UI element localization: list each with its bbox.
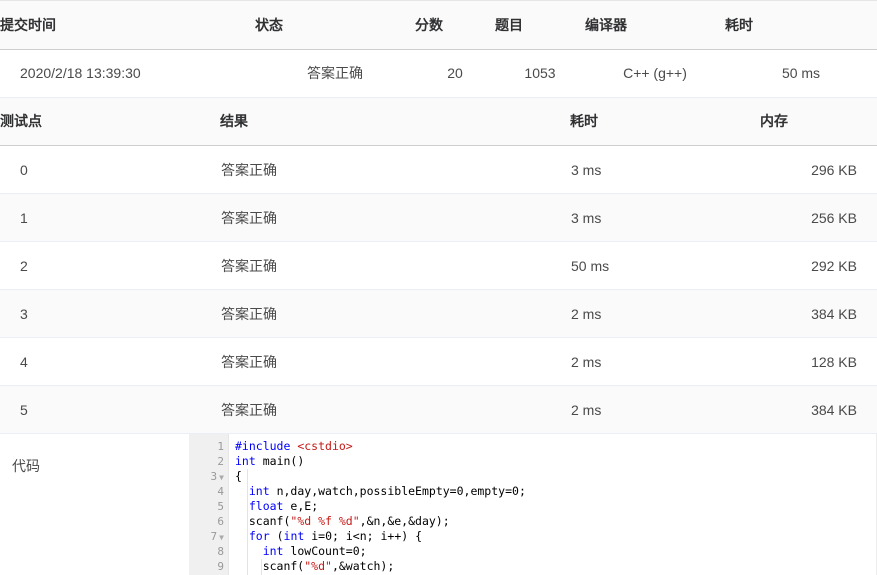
table-row: 2 答案正确 50 ms 292 KB [0,241,877,290]
cell-time: 2 ms [570,289,760,338]
submission-detail-page: 提交时间 状态 分数 题目 编译器 耗时 2020/2/18 13:39:30 … [0,0,877,575]
line-number-text: 6 [217,515,224,528]
code-line: scanf("%d",&watch); [235,559,395,573]
line-number-text: 2 [217,455,224,468]
line-number: 9 [189,559,228,574]
cell-testcase-index: 2 [0,241,220,290]
code-text-area[interactable]: #include <cstdio> int main() { int n,day… [229,434,877,575]
indent-guide [261,559,262,575]
testcase-rows: 0 答案正确 3 ms 296 KB 1 答案正确 3 ms 256 KB 2 … [0,145,877,434]
code-line: int lowCount=0; [262,544,367,558]
cell-testcase-index: 4 [0,337,220,386]
cell-memory: 384 KB [760,289,877,338]
table-row: 5 答案正确 2 ms 384 KB [0,385,877,434]
cell-time: 3 ms [570,145,760,194]
code-line: { [235,469,242,483]
column-header-submit-time: 提交时间 [0,1,255,50]
table-row: 0 答案正确 3 ms 296 KB [0,145,877,194]
cell-elapsed: 50 ms [725,49,877,98]
cell-memory: 296 KB [760,145,877,194]
column-header-testcase-index: 测试点 [0,97,220,146]
line-number: 2 [189,454,228,469]
cell-testcase-index: 0 [0,145,220,194]
cell-memory: 256 KB [760,193,877,242]
cell-testcase-index: 1 [0,193,220,242]
cell-submit-time: 2020/2/18 13:39:30 [0,49,255,98]
line-number: 7 ▼ [189,529,228,544]
cell-result: 答案正确 [220,241,570,290]
cell-compiler: C++ (g++) [585,49,725,98]
column-header-compiler: 编译器 [585,1,725,50]
cell-memory: 384 KB [760,385,877,434]
code-line: float e,E; [248,499,319,513]
code-section-label: 代码 [0,434,189,575]
cell-result: 答案正确 [220,289,570,338]
cell-time: 3 ms [570,193,760,242]
line-number: 3 ▼ [189,469,228,484]
line-number: 4 [189,484,228,499]
code-section: 代码 1 2 3▼ 4 5 6 7▼ 8 9 10▼ #include <cst… [0,434,877,575]
cell-result: 答案正确 [220,193,570,242]
column-header-elapsed: 耗时 [725,1,877,50]
code-line: int main() [235,454,305,468]
cell-time: 50 ms [570,241,760,290]
code-editor[interactable]: 1 2 3▼ 4 5 6 7▼ 8 9 10▼ #include <cstdio… [189,434,877,575]
testcase-table: 测试点 结果 耗时 内存 0 答案正确 3 ms 296 KB 1 答案正确 3… [0,97,877,434]
column-header-status: 状态 [255,1,415,50]
line-number: 6 [189,514,228,529]
code-line: #include <cstdio> [235,439,353,453]
fold-arrow-icon[interactable]: ▼ [219,473,224,482]
cell-memory: 292 KB [760,241,877,290]
line-number-text: 5 [217,500,224,513]
cell-time: 2 ms [570,337,760,386]
line-number-text: 8 [217,545,224,558]
cell-result: 答案正确 [220,337,570,386]
column-header-testcase-time: 耗时 [570,97,760,146]
column-header-problem: 题目 [495,1,585,50]
cell-time: 2 ms [570,385,760,434]
submission-row: 2020/2/18 13:39:30 答案正确 20 1053 C++ (g++… [0,49,877,98]
column-header-score: 分数 [415,1,495,50]
indent-guide [247,469,248,575]
line-number: 5 [189,499,228,514]
line-number-text: 1 [217,440,224,453]
line-number-text: 4 [217,485,224,498]
cell-result: 答案正确 [220,385,570,434]
cell-status: 答案正确 [255,49,415,98]
line-number: 8 [189,544,228,559]
line-number: 1 [189,439,228,454]
submission-summary-table: 提交时间 状态 分数 题目 编译器 耗时 2020/2/18 13:39:30 … [0,1,877,98]
line-number-text: 3 [210,470,218,483]
cell-score: 20 [415,49,495,98]
fold-arrow-icon[interactable]: ▼ [219,533,224,542]
line-number-text: 7 [210,530,218,543]
code-line: for (int i=0; i<n; i++) { [248,529,423,543]
code-line: scanf("%d %f %d",&n,&e,&day); [235,514,450,528]
cell-result: 答案正确 [220,145,570,194]
column-header-memory: 内存 [760,97,877,146]
cell-memory: 128 KB [760,337,877,386]
table-row: 4 答案正确 2 ms 128 KB [0,337,877,386]
line-number-text: 9 [217,560,224,573]
cell-testcase-index: 5 [0,385,220,434]
code-line: int n,day,watch,possibleEmpty=0,empty=0; [248,484,526,498]
cell-problem-link[interactable]: 1053 [495,49,585,98]
table-row: 3 答案正确 2 ms 384 KB [0,289,877,338]
cell-testcase-index: 3 [0,289,220,338]
table-row: 1 答案正确 3 ms 256 KB [0,193,877,242]
submission-header-row: 提交时间 状态 分数 题目 编译器 耗时 [0,1,877,50]
code-line-number-gutter: 1 2 3▼ 4 5 6 7▼ 8 9 10▼ [189,434,229,575]
testcase-header-row: 测试点 结果 耗时 内存 [0,97,877,146]
column-header-result: 结果 [220,97,570,146]
